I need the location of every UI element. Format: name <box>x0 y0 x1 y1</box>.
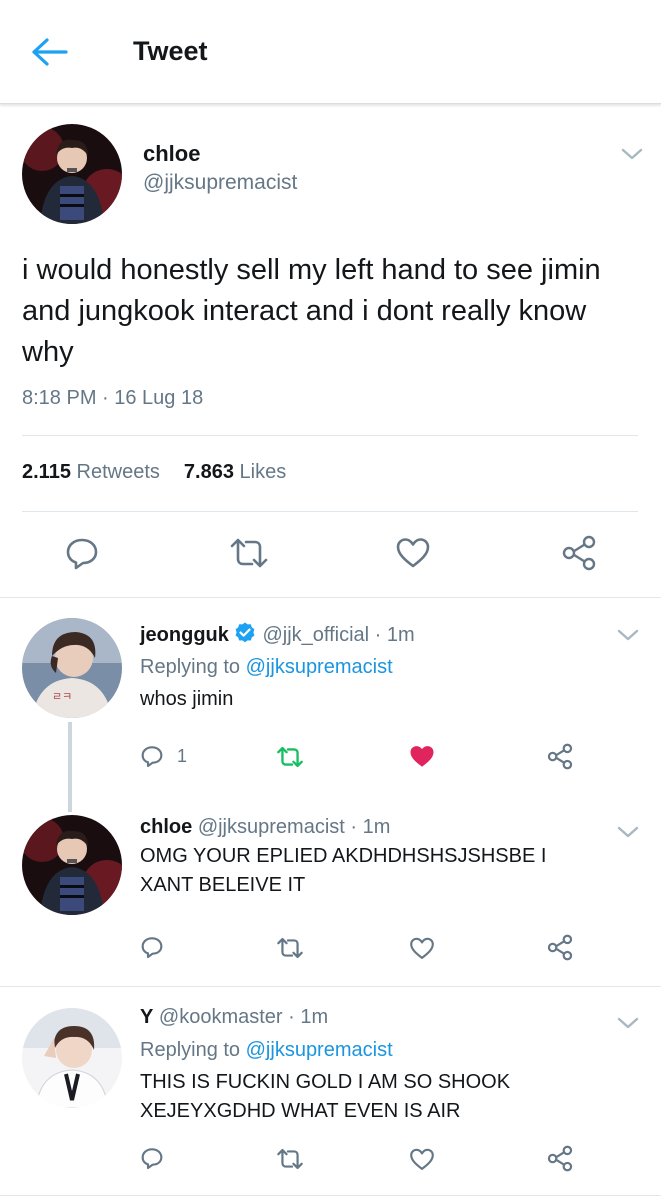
reply-text: OMG YOUR EPLIED AKDHDHSHSJSHSBE I XANT B… <box>140 845 547 896</box>
back-button[interactable] <box>30 34 74 70</box>
like-button[interactable] <box>409 745 435 768</box>
replying-to: Replying to @jjksupremacist <box>140 656 393 678</box>
like-button[interactable] <box>409 937 435 960</box>
share-button[interactable] <box>560 535 598 571</box>
chevron-down-icon[interactable] <box>616 824 640 840</box>
thread-connector <box>68 722 72 812</box>
reply-author-handle[interactable]: @jjk_official · 1m <box>262 624 414 646</box>
avatar[interactable] <box>22 815 122 915</box>
chevron-down-icon[interactable] <box>616 627 640 643</box>
page-title: Tweet <box>133 36 208 66</box>
reply-button[interactable] <box>64 535 100 571</box>
reply-icon <box>141 937 163 959</box>
back-arrow-icon <box>32 38 68 66</box>
share-icon <box>547 1145 573 1172</box>
reply-icon <box>141 746 163 768</box>
avatar[interactable]: ㄹㅋ <box>22 618 122 718</box>
retweet-icon <box>277 937 303 959</box>
reply-author-handle[interactable]: @jjksupremacist · 1m <box>198 816 391 838</box>
separator <box>0 1195 661 1196</box>
reply-count: 1 <box>177 746 188 766</box>
reply-author-name[interactable]: Y <box>140 1006 153 1028</box>
tweet-stats: 2.115 Retweets 7.863 Likes <box>22 461 286 484</box>
tweet-timestamp[interactable]: 8:18 PM · 16 Lug 18 <box>22 387 203 410</box>
share-icon <box>547 743 573 770</box>
retweet-icon <box>230 538 268 568</box>
retweets-stat[interactable]: 2.115 Retweets <box>22 461 160 483</box>
reply-header: chloe @jjksupremacist · 1m <box>140 816 390 839</box>
chevron-down-icon[interactable] <box>616 1015 640 1031</box>
divider <box>22 511 638 512</box>
reply-header: Y @kookmaster · 1m <box>140 1006 328 1029</box>
separator <box>0 986 661 987</box>
share-icon <box>547 934 573 961</box>
reply-author-handle[interactable]: @kookmaster · 1m <box>159 1006 328 1028</box>
avatar[interactable] <box>22 1008 122 1108</box>
reply-author-name[interactable]: jeongguk <box>140 624 229 646</box>
like-button[interactable] <box>395 537 431 569</box>
reply-author-name[interactable]: chloe <box>140 816 192 838</box>
reply-button[interactable] <box>140 935 164 959</box>
reply-button[interactable] <box>140 744 164 768</box>
heart-icon <box>410 746 434 767</box>
reply-header: jeongguk @jjk_official · 1m <box>140 621 415 647</box>
retweet-icon <box>277 1148 303 1170</box>
reply-button[interactable] <box>140 1146 164 1170</box>
replying-to-link[interactable]: @jjksupremacist <box>246 656 393 678</box>
reply-text: THIS IS FUCKIN GOLD I AM SO SHOOK XEJEYX… <box>140 1071 511 1122</box>
retweet-button[interactable] <box>229 537 269 569</box>
divider <box>22 435 638 436</box>
likes-stat[interactable]: 7.863 Likes <box>184 461 286 483</box>
tweet-text: i would honestly sell my left hand to se… <box>22 254 601 368</box>
share-button[interactable] <box>546 743 574 770</box>
separator <box>0 597 661 598</box>
retweet-button[interactable] <box>276 746 304 768</box>
replying-to: Replying to @jjksupremacist <box>140 1039 393 1061</box>
retweet-button[interactable] <box>276 1148 304 1170</box>
avatar[interactable] <box>22 124 122 224</box>
heart-icon <box>396 538 430 568</box>
share-button[interactable] <box>546 1145 574 1172</box>
svg-text:ㄹㅋ: ㄹㅋ <box>52 690 72 703</box>
reply-icon <box>66 538 98 570</box>
author-name[interactable]: chloe <box>143 141 200 167</box>
reply-icon <box>141 1148 163 1170</box>
like-button[interactable] <box>409 1148 435 1171</box>
top-bar: Tweet <box>0 0 661 104</box>
retweet-button[interactable] <box>276 937 304 959</box>
chevron-down-icon[interactable] <box>620 146 644 162</box>
heart-icon <box>410 937 434 959</box>
reply-text: whos jimin <box>140 688 234 710</box>
retweet-icon <box>277 746 303 768</box>
share-icon <box>562 535 596 571</box>
share-button[interactable] <box>546 934 574 961</box>
verified-badge-icon <box>235 622 255 643</box>
heart-icon <box>410 1148 434 1170</box>
author-handle[interactable]: @jjksupremacist <box>143 171 297 195</box>
replying-to-link[interactable]: @jjksupremacist <box>246 1039 393 1061</box>
